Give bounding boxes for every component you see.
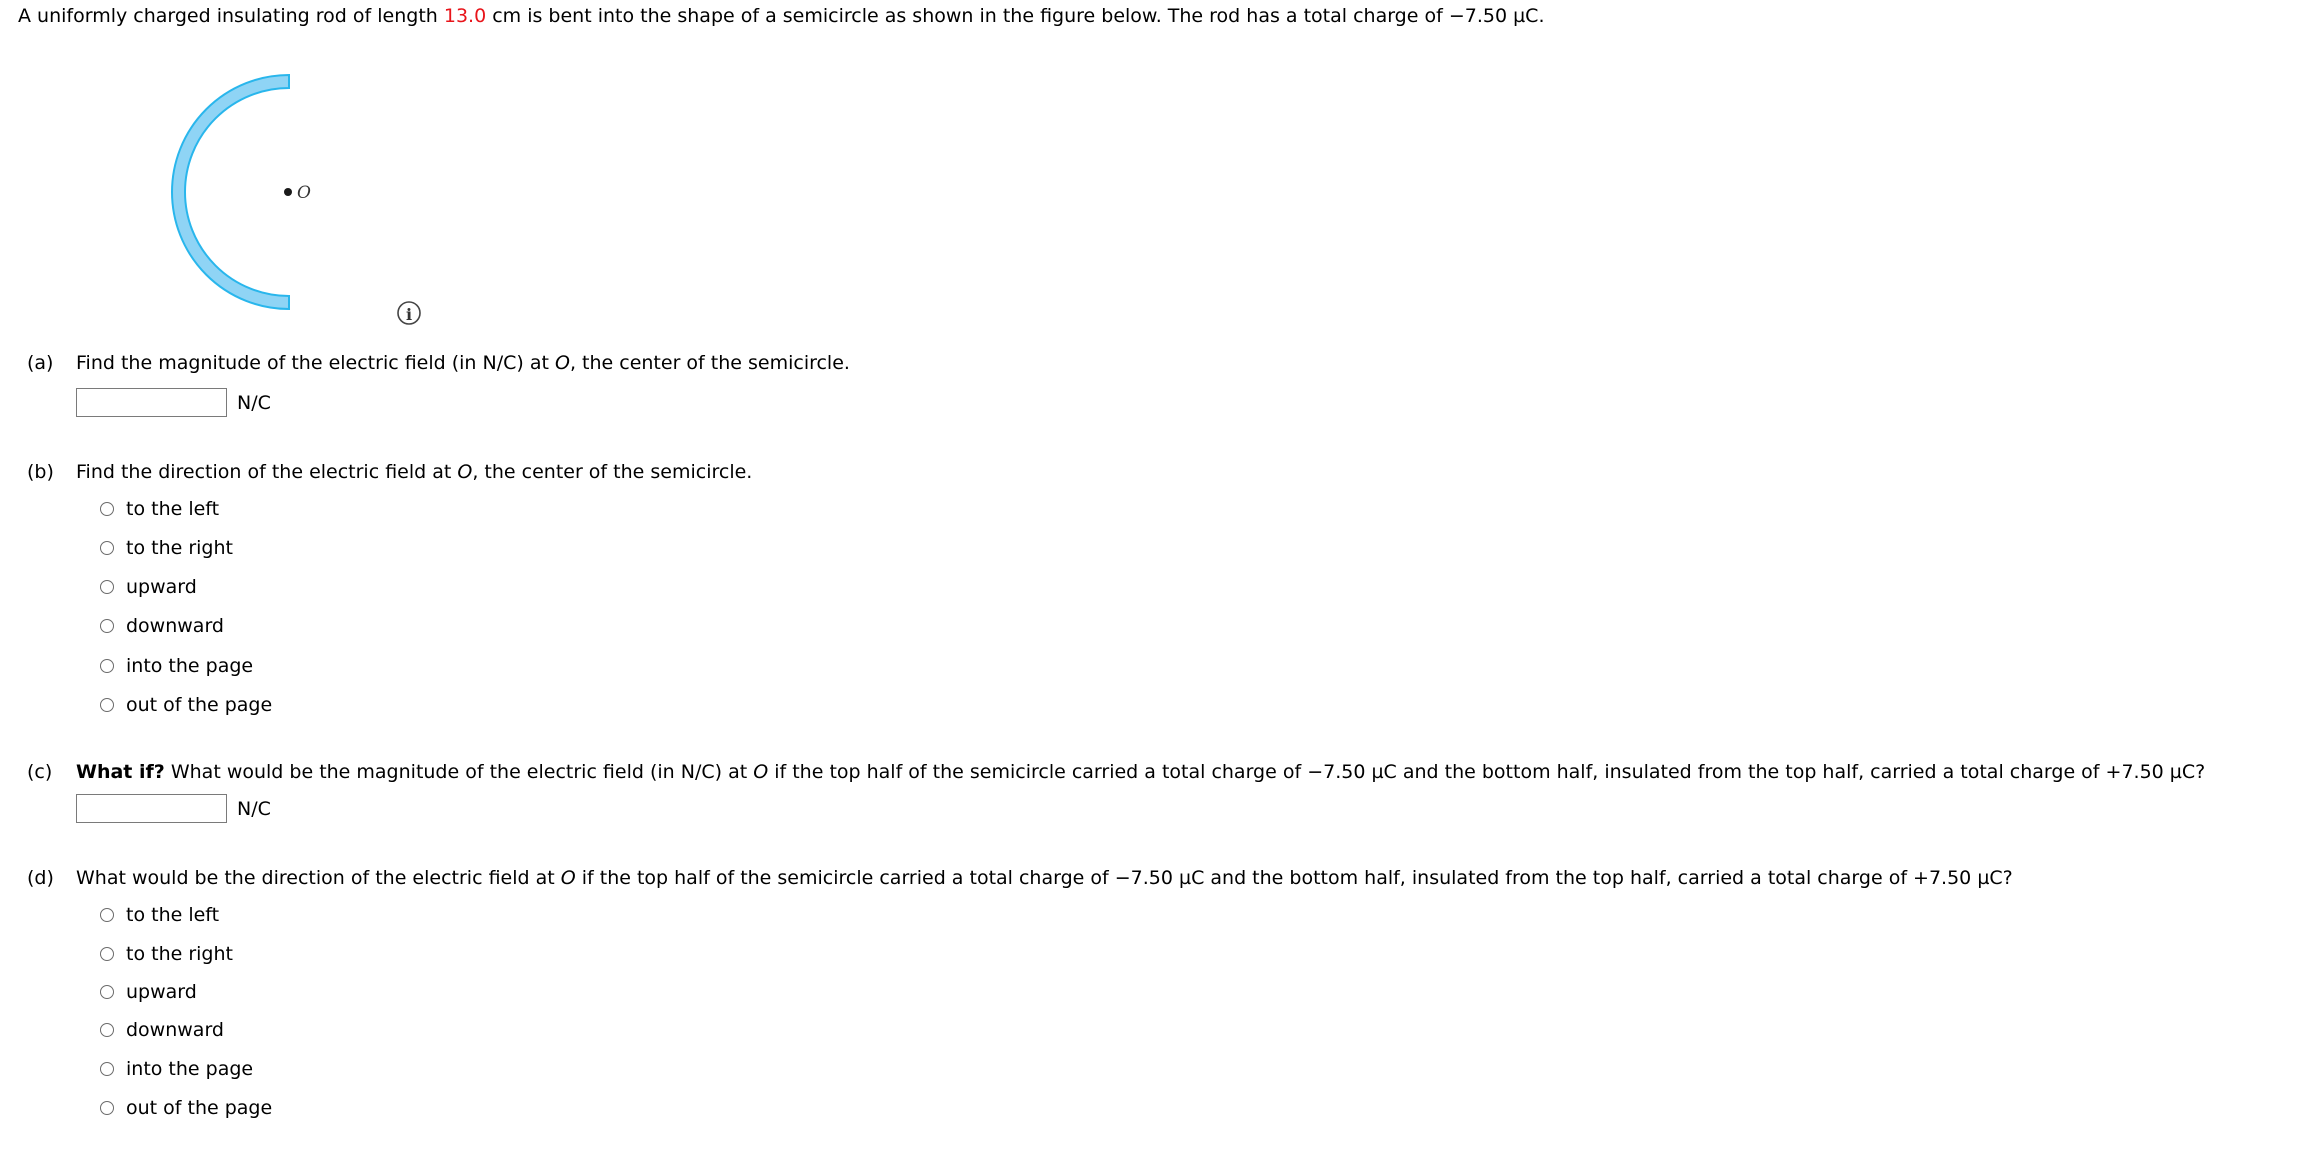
part-d-option-out-of-page[interactable]: out of the page [100,1096,272,1120]
part-b-text-after: , the center of the semicircle. [472,461,753,483]
radio-button[interactable] [100,580,114,594]
part-b-option-downward[interactable]: downward [100,614,224,638]
part-b-text-before: Find the direction of the electric field… [76,461,458,483]
part-b-option-right[interactable]: to the right [100,536,233,560]
part-c-question: What if? What would be the magnitude of … [76,760,2205,784]
option-label: into the page [126,1058,254,1080]
part-d-point: O [560,867,576,889]
option-label: downward [126,615,224,637]
option-label: upward [126,576,197,598]
part-d-question: What would be the direction of the elect… [76,866,2013,890]
part-b-point: O [457,461,473,483]
part-c-answer-input[interactable] [76,794,227,823]
part-c-point: O [753,761,769,783]
part-d-option-right[interactable]: to the right [100,942,233,966]
part-d-option-upward[interactable]: upward [100,980,197,1004]
radio-button[interactable] [100,908,114,922]
part-b-question: Find the direction of the electric field… [76,460,752,484]
radio-button[interactable] [100,619,114,633]
info-icon[interactable]: i [397,301,421,325]
radio-button[interactable] [100,1023,114,1037]
part-b-option-upward[interactable]: upward [100,575,197,599]
radio-button[interactable] [100,1101,114,1115]
part-c-unit: N/C [237,798,271,820]
part-a-text-after: , the center of the semicircle. [569,352,850,374]
part-a-text-before: Find the magnitude of the electric field… [76,352,555,374]
part-a-answer-input[interactable] [76,388,227,417]
charged-semicircle-rod [171,73,290,311]
part-c-label: (c) [27,761,53,783]
radio-button[interactable] [100,541,114,555]
part-c-what-if: What if? [76,761,165,783]
option-label: to the right [126,943,233,965]
part-b-option-into-page[interactable]: into the page [100,654,253,678]
option-label: downward [126,1019,224,1041]
part-c-text-before: What would be the magnitude of the elect… [164,761,754,783]
radio-button[interactable] [100,985,114,999]
part-b-option-left[interactable]: to the left [100,497,219,521]
center-point-label: O [297,183,311,203]
radio-button[interactable] [100,502,114,516]
part-d-text-after: if the top half of the semicircle carrie… [575,867,2013,889]
option-label: into the page [126,655,254,677]
part-a-label: (a) [27,352,54,374]
radio-button[interactable] [100,698,114,712]
problem-statement: A uniformly charged insulating rod of le… [18,4,1545,28]
option-label: to the left [126,498,220,520]
option-label: upward [126,981,197,1003]
part-b-label: (b) [27,461,54,483]
part-d-option-downward[interactable]: downward [100,1018,224,1042]
radio-button[interactable] [100,659,114,673]
part-c-text-after: if the top half of the semicircle carrie… [768,761,2206,783]
option-label: to the right [126,537,233,559]
part-d-text-before: What would be the direction of the elect… [76,867,561,889]
option-label: to the left [126,904,220,926]
radio-button[interactable] [100,1062,114,1076]
intro-text-after: cm is bent into the shape of a semicircl… [486,5,1545,27]
option-label: out of the page [126,1097,273,1119]
radio-button[interactable] [100,947,114,961]
svg-text:i: i [406,305,412,324]
part-a-question: Find the magnitude of the electric field… [76,351,850,375]
part-b-option-out-of-page[interactable]: out of the page [100,693,272,717]
part-a-point: O [554,352,570,374]
semicircle-figure: O i [171,73,421,325]
part-d-option-into-page[interactable]: into the page [100,1057,253,1081]
rod-length-value: 13.0 [443,5,487,27]
intro-text-before: A uniformly charged insulating rod of le… [18,5,444,27]
part-a-unit: N/C [237,392,271,414]
part-d-label: (d) [27,867,54,889]
center-point-dot [284,188,292,196]
option-label: out of the page [126,694,273,716]
part-d-option-left[interactable]: to the left [100,903,219,927]
